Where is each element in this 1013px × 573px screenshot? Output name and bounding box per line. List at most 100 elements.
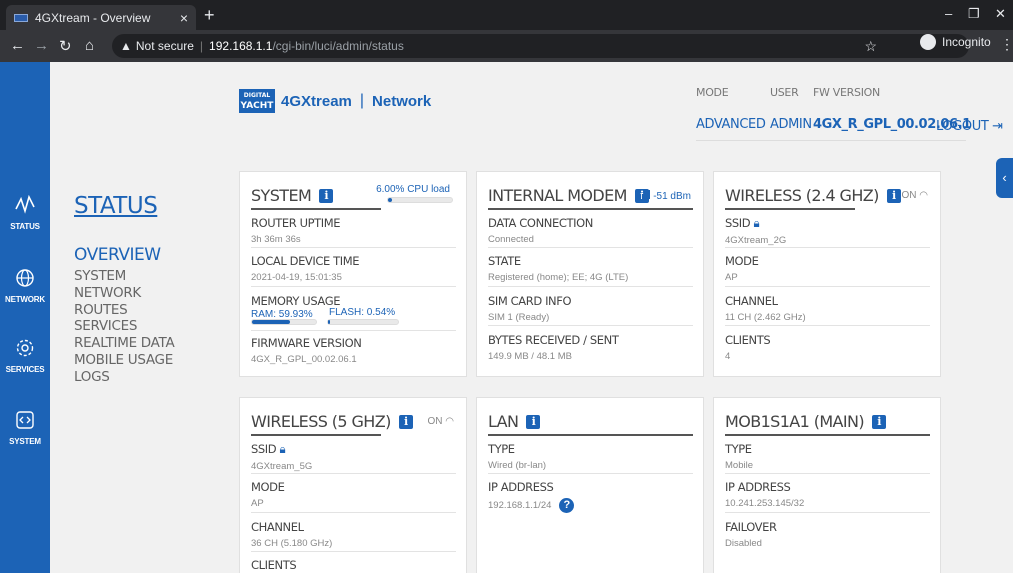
info-icon[interactable]: i xyxy=(872,414,887,429)
rail-item-network[interactable]: NETWORK xyxy=(0,268,50,304)
nav-item-services[interactable]: SERVICES xyxy=(74,318,174,335)
close-window-icon[interactable]: ✕ xyxy=(995,6,1006,22)
nav-title[interactable]: STATUS xyxy=(74,193,158,219)
collapse-panel-button[interactable]: ‹ xyxy=(996,158,1013,198)
field-divider xyxy=(725,512,930,513)
tab-title: 4GXtream - Overview xyxy=(35,10,151,25)
nav-item-network[interactable]: NETWORK xyxy=(74,285,174,302)
info-icon[interactable]: i xyxy=(526,414,541,429)
clients-field: CLIENTS 4 xyxy=(725,333,771,362)
cpu-load-bar xyxy=(387,197,453,203)
fw-label: FW VERSION xyxy=(813,86,880,99)
rail-item-system[interactable]: SYSTEM xyxy=(0,410,50,446)
state-value: Registered (home); EE; 4G (LTE) xyxy=(488,272,629,283)
rail-label: SERVICES xyxy=(5,365,45,374)
back-icon[interactable]: ← xyxy=(10,37,25,54)
flash-fill xyxy=(328,320,331,324)
mode-value[interactable]: ADVANCED xyxy=(696,117,766,132)
logout-icon: ⇥ xyxy=(992,119,1003,134)
ip-value: 192.168.1.1/24? xyxy=(488,498,575,513)
ram-bar xyxy=(251,319,317,325)
data-connection-field: DATA CONNECTION Connected xyxy=(488,216,593,245)
incognito-indicator[interactable]: Incognito xyxy=(920,34,991,50)
nav-item-mobile-usage[interactable]: MOBILE USAGE xyxy=(74,352,174,369)
sim-value: SIM 1 (Ready) xyxy=(488,312,550,323)
bytes-value: 149.9 MB / 48.1 MB xyxy=(488,351,572,362)
forward-icon[interactable]: → xyxy=(34,37,49,54)
nav-item-logs[interactable]: LOGS xyxy=(74,369,174,386)
browser-tab[interactable]: 4GXtream - Overview × xyxy=(6,5,196,30)
nav-item-system[interactable]: SYSTEM xyxy=(74,268,174,285)
bytes-label: BYTES RECEIVED / SENT xyxy=(488,333,619,347)
field-divider xyxy=(725,286,930,287)
mode-label: MODE xyxy=(725,254,759,268)
card-title-text: INTERNAL MODEM xyxy=(488,186,627,205)
ssid-value: 4GXtream_2G xyxy=(725,235,787,246)
product-name: 4GXtream xyxy=(281,92,352,110)
time-field: LOCAL DEVICE TIME 2021-04-19, 15:01:35 xyxy=(251,254,360,283)
firmware-field: FIRMWARE VERSION 4GX_R_GPL_00.02.06.1 xyxy=(251,336,362,365)
field-divider xyxy=(251,247,456,248)
field-divider xyxy=(251,330,456,331)
ssid-label: SSID 🔒︎ xyxy=(251,442,312,457)
reload-icon[interactable]: ↻ xyxy=(59,37,72,55)
code-icon xyxy=(0,410,50,435)
new-tab-icon[interactable]: + xyxy=(204,5,215,26)
rail-item-services[interactable]: SERVICES xyxy=(0,338,50,374)
field-divider xyxy=(488,286,693,287)
incognito-icon xyxy=(920,34,936,50)
nav-list: SYSTEM NETWORK ROUTES SERVICES REALTIME … xyxy=(74,268,175,386)
card-title-text: LAN xyxy=(488,412,519,431)
user-value: ADMIN xyxy=(770,117,812,132)
url-path: /cgi-bin/luci/admin/status xyxy=(272,39,404,53)
uptime-field: ROUTER UPTIME 3h 36m 36s xyxy=(251,216,341,245)
info-icon[interactable]: i xyxy=(398,414,413,429)
flash-bar xyxy=(327,319,399,325)
url-input[interactable]: ▲ Not secure | 192.168.1.1 /cgi-bin/luci… xyxy=(112,34,969,58)
time-label: LOCAL DEVICE TIME xyxy=(251,254,360,268)
card-title-rule xyxy=(488,434,693,436)
signal-bars-icon xyxy=(639,190,653,202)
state-field: STATE Registered (home); EE; 4G (LTE) xyxy=(488,254,628,283)
cpu-load-fill xyxy=(388,198,392,202)
nav-item-routes[interactable]: ROUTES xyxy=(74,302,174,319)
signal-strength: -51 dBm xyxy=(653,191,691,202)
channel-label: CHANNEL xyxy=(725,294,778,308)
bytes-field: BYTES RECEIVED / SENT 149.9 MB / 48.1 MB xyxy=(488,333,619,362)
field-divider xyxy=(725,473,930,474)
browser-tab-strip: 4GXtream - Overview × + – ❐ ✕ xyxy=(0,0,1013,30)
clients-label: CLIENTS xyxy=(251,558,297,572)
wireless-5-card: WIRELESS (5 GHZ) i ON ◠ SSID 🔒︎ 4GXtream… xyxy=(239,397,467,573)
channel-field: CHANNEL 11 CH (2.462 GHz) xyxy=(725,294,806,323)
lock-icon: 🔒︎ xyxy=(279,442,286,456)
info-icon[interactable]: i xyxy=(319,188,334,203)
restore-icon[interactable]: ❐ xyxy=(968,6,980,22)
help-icon[interactable]: ? xyxy=(559,498,575,513)
nav-item-realtime-data[interactable]: REALTIME DATA xyxy=(74,335,175,352)
browser-menu-icon[interactable]: ⋮ xyxy=(1000,36,1013,53)
ram-fill xyxy=(252,320,291,324)
close-tab-icon[interactable]: × xyxy=(180,10,188,26)
type-label: TYPE xyxy=(488,442,515,456)
mode-field: MODE AP xyxy=(725,254,759,283)
home-icon[interactable]: ⌂ xyxy=(85,37,94,54)
type-field: TYPE Mobile xyxy=(725,442,753,471)
info-icon[interactable]: i xyxy=(886,188,901,203)
ip-field: IP ADDRESS 10.241.253.145/32 xyxy=(725,480,804,509)
wifi-status: ON ◠ xyxy=(427,416,454,427)
ssid-field: SSID 🔒︎ 4GXtream_5G xyxy=(251,442,312,472)
modem-card: INTERNAL MODEM i -51 dBm DATA CONNECTION… xyxy=(476,171,704,377)
card-title-rule xyxy=(488,208,693,210)
mode-label: MODE xyxy=(251,480,285,494)
system-card: SYSTEM i 6.00% CPU load ROUTER UPTIME 3h… xyxy=(239,171,467,377)
nav-item-overview[interactable]: OVERVIEW xyxy=(74,245,161,265)
logout-button[interactable]: LOGOUT ⇥ xyxy=(936,119,1003,134)
field-divider xyxy=(725,325,930,326)
sim-field: SIM CARD INFO SIM 1 (Ready) xyxy=(488,294,572,323)
ip-label: IP ADDRESS xyxy=(725,480,791,494)
minimize-icon[interactable]: – xyxy=(945,6,952,21)
rail-label: STATUS xyxy=(10,222,40,231)
rail-item-status[interactable]: STATUS xyxy=(0,194,50,231)
field-divider xyxy=(251,286,456,287)
bookmark-star-icon[interactable]: ☆ xyxy=(864,34,877,58)
